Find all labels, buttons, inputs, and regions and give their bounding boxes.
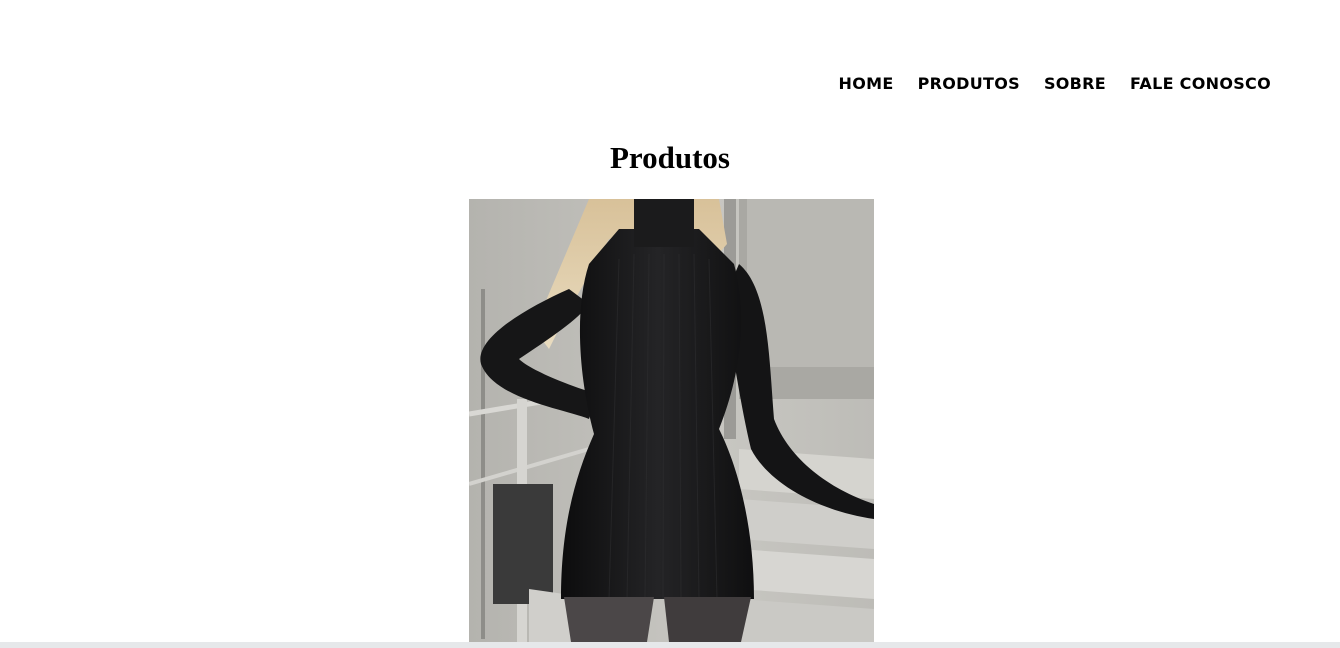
product-photo-illustration: [469, 199, 874, 642]
nav-link-fale-conosco[interactable]: FALE CONOSCO: [1130, 74, 1271, 94]
nav-link-produtos[interactable]: PRODUTOS: [918, 74, 1020, 94]
nav-link-sobre[interactable]: SOBRE: [1044, 74, 1106, 94]
bottom-scroll-edge: [0, 642, 1340, 648]
nav-link-home[interactable]: HOME: [839, 74, 894, 94]
product-image[interactable]: [469, 199, 874, 642]
main-navigation: HOME PRODUTOS SOBRE FALE CONOSCO: [839, 74, 1271, 94]
page-title: Produtos: [609, 140, 730, 175]
